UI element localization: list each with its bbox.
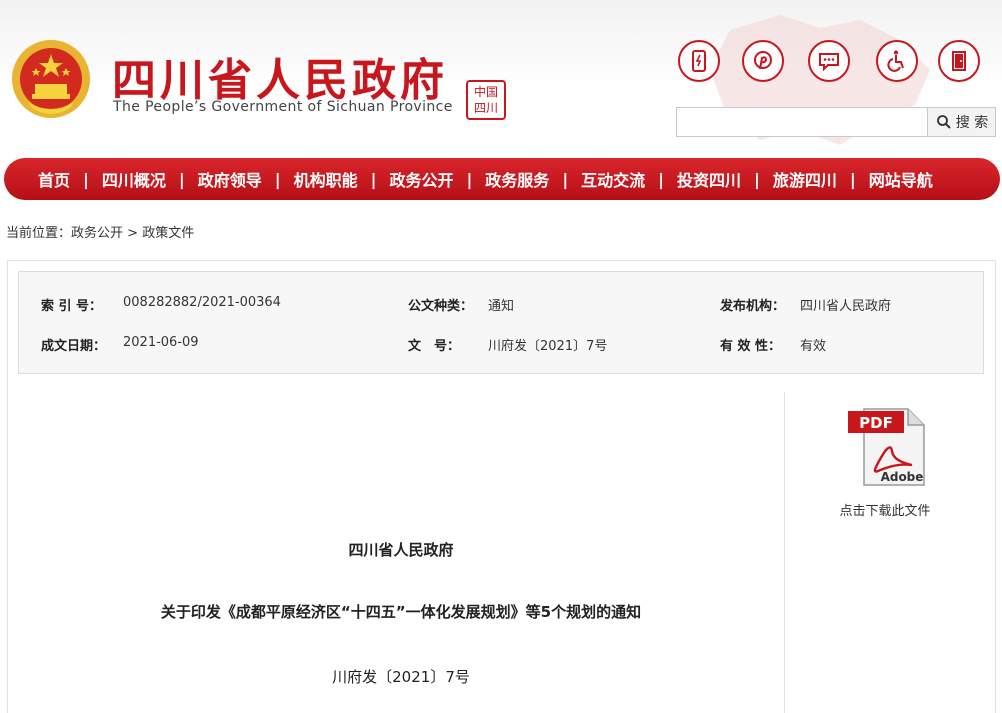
nav-separator: |	[371, 170, 377, 189]
nav-item-leaders[interactable]: 政府领导	[198, 167, 262, 191]
nav-separator: |	[658, 170, 664, 189]
nav-separator: |	[466, 170, 472, 189]
validity-label: 有 效 性：	[720, 335, 781, 354]
doc-number-label: 文 号：	[408, 335, 460, 354]
nav-item-invest[interactable]: 投资四川	[677, 167, 741, 191]
message-button[interactable]	[808, 40, 850, 82]
breadcrumb: 当前位置：政务公开 > 政策文件	[6, 222, 194, 241]
breadcrumb-item-policy[interactable]: 政策文件	[142, 226, 194, 241]
nav-separator: |	[83, 170, 89, 189]
pdf-download-icon[interactable]: PDF Adobe	[846, 405, 928, 487]
weibo-button[interactable]	[742, 40, 784, 82]
document-meta-box: 索 引 号： 008282882/2021-00364 公文种类： 通知 发布机…	[18, 271, 984, 374]
search-button[interactable]: 搜 索	[927, 107, 996, 137]
site-header: 四川省人民政府 The People’s Government of Sichu…	[0, 0, 1002, 150]
breadcrumb-item-gov-affairs[interactable]: 政务公开	[71, 226, 123, 241]
adobe-brand-text: Adobe	[881, 470, 924, 484]
nav-item-tourism[interactable]: 旅游四川	[773, 167, 837, 191]
nav-item-overview[interactable]: 四川概况	[102, 167, 166, 191]
date-label: 成文日期：	[41, 335, 106, 354]
nav-item-services[interactable]: 政务服务	[485, 167, 549, 191]
index-value: 008282882/2021-00364	[123, 295, 281, 310]
weibo-icon	[751, 49, 775, 73]
nav-separator: |	[179, 170, 185, 189]
nav-item-interaction[interactable]: 互动交流	[581, 167, 645, 191]
document-number: 川府发〔2021〕7号	[8, 666, 794, 687]
nav-separator: |	[562, 170, 568, 189]
doc-type-value: 通知	[488, 295, 514, 314]
document-title: 关于印发《成都平原经济区“十四五”一体化发展规划》等5个规划的通知	[8, 601, 794, 622]
breadcrumb-separator: >	[123, 226, 142, 241]
nav-separator: |	[850, 170, 856, 189]
national-emblem-icon	[10, 38, 92, 120]
pdf-badge-text: PDF	[859, 414, 893, 432]
exit-door-icon	[947, 49, 971, 73]
mobile-version-button[interactable]	[678, 40, 720, 82]
logout-button[interactable]	[938, 40, 980, 82]
nav-separator: |	[275, 170, 281, 189]
accessibility-button[interactable]	[876, 40, 918, 82]
doc-number-value: 川府发〔2021〕7号	[488, 335, 607, 354]
nav-item-home[interactable]: 首页	[38, 167, 70, 191]
search-button-label: 搜 索	[956, 112, 988, 132]
document-issuer: 四川省人民政府	[8, 539, 794, 560]
content-panel: 索 引 号： 008282882/2021-00364 公文种类： 通知 发布机…	[7, 260, 996, 713]
search-icon	[935, 113, 953, 131]
nav-item-gov-affairs[interactable]: 政务公开	[389, 167, 453, 191]
validity-value: 有效	[800, 335, 826, 354]
date-value: 2021-06-09	[123, 335, 199, 350]
download-link[interactable]: 点击下载此文件	[804, 500, 966, 519]
publisher-value: 四川省人民政府	[800, 295, 891, 314]
mobile-phone-icon	[687, 49, 711, 73]
site-subtitle: The People’s Government of Sichuan Provi…	[113, 99, 453, 115]
main-nav: 首页 | 四川概况 | 政府领导 | 机构职能 | 政务公开 | 政务服务 | …	[4, 158, 1000, 200]
breadcrumb-prefix: 当前位置：	[6, 226, 71, 241]
sichuan-seal-logo: 中国四川	[466, 80, 506, 120]
message-icon	[817, 49, 841, 73]
index-label: 索 引 号：	[41, 295, 102, 314]
nav-item-sitemap[interactable]: 网站导航	[869, 167, 933, 191]
publisher-label: 发布机构：	[720, 295, 785, 314]
accessibility-icon	[885, 49, 909, 73]
nav-item-agencies[interactable]: 机构职能	[294, 167, 358, 191]
search-input[interactable]	[676, 107, 928, 137]
doc-type-label: 公文种类：	[408, 295, 473, 314]
nav-separator: |	[754, 170, 760, 189]
